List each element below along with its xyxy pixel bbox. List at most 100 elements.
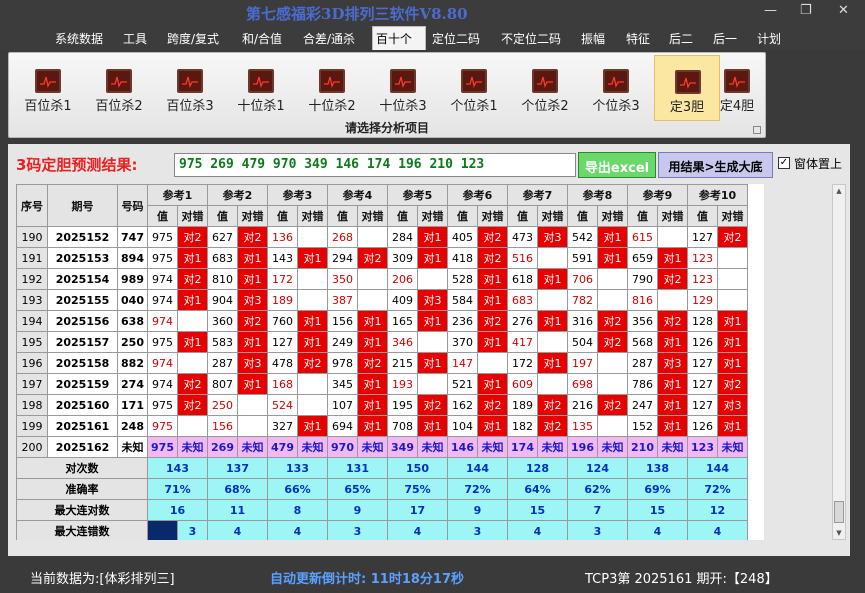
menu-item-3[interactable]: 跨度/复式 — [167, 30, 219, 47]
topmost-checkbox[interactable]: ✓ — [778, 157, 790, 169]
table-row[interactable]: 198 2025160 171 975 对2 250 524 107 对1 195 对2 162 对2 1… — [16, 394, 748, 416]
col-subheader-judge[interactable]: 对错 — [177, 205, 208, 227]
code-cell: 989 — [117, 268, 148, 290]
code-cell: 248 — [117, 415, 148, 437]
col-subheader-val[interactable]: 值 — [447, 205, 478, 227]
col-subheader-judge[interactable]: 对错 — [717, 205, 748, 227]
menu-item-9[interactable]: 振幅 — [581, 30, 605, 47]
vertical-scrollbar[interactable]: ▲ ▼ — [832, 184, 846, 540]
col-subheader-val[interactable]: 值 — [567, 205, 598, 227]
col-subheader-val[interactable]: 值 — [267, 205, 298, 227]
ref-value-cell: 123 — [687, 247, 718, 269]
ribbon-button-5[interactable]: 十位杀2 — [299, 55, 365, 121]
col-subheader-val[interactable]: 值 — [387, 205, 418, 227]
menu-item-2[interactable]: 工具 — [123, 30, 147, 47]
table-row[interactable]: 191 2025153 894 975 对1 683 对1 143 对1 294 对2 309 对1 41… — [16, 247, 748, 269]
col-header-ref-2[interactable]: 参考2 — [207, 184, 268, 206]
menu-item-12[interactable]: 后一 — [713, 30, 737, 47]
scroll-up-icon[interactable]: ▲ — [833, 185, 845, 197]
col-subheader-val[interactable]: 值 — [147, 205, 178, 227]
menu-item-6[interactable]: 百十个 — [376, 30, 412, 47]
col-header-ref-8[interactable]: 参考8 — [567, 184, 628, 206]
menu-item-7[interactable]: 定位二码 — [432, 30, 480, 47]
ref-value-cell: 706 — [567, 268, 598, 290]
stats-value: 64% — [507, 478, 568, 500]
ribbon-launcher-icon[interactable] — [753, 126, 761, 134]
pending-value-cell: 479 — [267, 436, 298, 458]
col-header-ref-9[interactable]: 参考9 — [627, 184, 688, 206]
table-row[interactable]: 196 2025158 882 974 287 对3 478 对2 978 对2 215 对1 147 1… — [16, 352, 748, 374]
col-subheader-judge[interactable]: 对错 — [297, 205, 328, 227]
period-cell: 2025153 — [47, 247, 118, 269]
col-header-rownum[interactable]: 序号 — [16, 184, 48, 227]
ribbon-button-4[interactable]: 十位杀1 — [228, 55, 294, 121]
ribbon-button-9[interactable]: 个位杀3 — [583, 55, 649, 121]
menu-item-8[interactable]: 不定位二码 — [501, 30, 561, 47]
col-subheader-val[interactable]: 值 — [507, 205, 538, 227]
col-subheader-judge[interactable]: 对错 — [537, 205, 568, 227]
minimize-button[interactable]: — — [764, 3, 777, 18]
menu-item-13[interactable]: 计划 — [757, 30, 781, 47]
col-header-ref-4[interactable]: 参考4 — [327, 184, 388, 206]
scroll-down-icon[interactable]: ▼ — [833, 527, 845, 539]
ribbon-button-8[interactable]: 个位杀2 — [512, 55, 578, 121]
col-header-code[interactable]: 号码 — [117, 184, 148, 227]
col-header-ref-5[interactable]: 参考5 — [387, 184, 448, 206]
ref-judge-cell — [297, 226, 328, 248]
col-header-ref-3[interactable]: 参考3 — [267, 184, 328, 206]
ribbon-button-3[interactable]: 百位杀3 — [157, 55, 223, 121]
table-row[interactable]: 190 2025152 747 975 对2 627 对2 136 268 284 对1 405 对2 4… — [16, 226, 748, 248]
prediction-result-field[interactable]: 975 269 479 970 349 146 174 196 210 123 — [174, 153, 576, 177]
col-header-ref-10[interactable]: 参考10 — [687, 184, 748, 206]
table-row[interactable]: 193 2025155 040 974 对1 904 对3 189 387 409 对3 584 对1 6… — [16, 289, 748, 311]
maximize-button[interactable]: ❐ — [800, 3, 812, 18]
ref-value-cell: 591 — [567, 247, 598, 269]
col-header-ref-6[interactable]: 参考6 — [447, 184, 508, 206]
col-subheader-val[interactable]: 值 — [207, 205, 238, 227]
ribbon-button-1[interactable]: 百位杀1 — [15, 55, 81, 121]
table-row[interactable]: 195 2025157 250 975 对1 583 对1 127 对1 249 对1 346 370 对… — [16, 331, 748, 353]
ref-value-cell: 528 — [447, 268, 478, 290]
table-row[interactable]: 194 2025156 638 974 360 对2 760 对1 156 对1 165 对1 236 对… — [16, 310, 748, 332]
menu-item-11[interactable]: 后二 — [669, 30, 693, 47]
col-subheader-judge[interactable]: 对错 — [417, 205, 448, 227]
ribbon-button-7[interactable]: 个位杀1 — [441, 55, 507, 121]
menu-item-5[interactable]: 合差/通杀 — [303, 30, 355, 47]
stats-row: 对次数 143 137 133 131 150 144 128 124 138 144 — [16, 457, 748, 479]
table-row[interactable]: 199 2025161 248 975 156 327 对1 694 对1 708 对1 104 对1 1… — [16, 415, 748, 437]
col-subheader-val[interactable]: 值 — [327, 205, 358, 227]
ref-value-cell: 974 — [147, 352, 178, 374]
col-header-period[interactable]: 期号 — [47, 184, 118, 227]
row-number: 191 — [16, 247, 48, 269]
col-subheader-judge[interactable]: 对错 — [657, 205, 688, 227]
menu-item-4[interactable]: 和/合值 — [242, 30, 282, 47]
col-subheader-judge[interactable]: 对错 — [357, 205, 388, 227]
chart-monitor-icon — [603, 69, 629, 93]
ribbon-button-6[interactable]: 十位杀3 — [370, 55, 436, 121]
ref-value-cell: 618 — [507, 268, 538, 290]
close-button[interactable]: ✕ — [838, 3, 849, 18]
scroll-thumb[interactable] — [834, 501, 844, 523]
ref-judge-cell: 对1 — [357, 331, 388, 353]
ribbon-button-11[interactable]: 定4胆 — [710, 55, 764, 121]
export-excel-button[interactable]: 导出excel — [578, 152, 656, 178]
ref-judge-cell: 对2 — [717, 373, 748, 395]
col-subheader-judge[interactable]: 对错 — [477, 205, 508, 227]
col-subheader-val[interactable]: 值 — [687, 205, 718, 227]
stats-value: 68% — [207, 478, 268, 500]
data-grid[interactable]: 序号 期号 号码 参考1 参考2 参考3 参考4 参考5 参考6 参考7 参考8 参考9 参考10… — [16, 184, 764, 540]
chart-monitor-icon — [675, 70, 701, 94]
menu-item-1[interactable]: 系统数据 — [55, 30, 103, 47]
generate-base-button[interactable]: 用结果>生成大底 — [658, 152, 773, 178]
col-subheader-judge[interactable]: 对错 — [237, 205, 268, 227]
col-header-ref-1[interactable]: 参考1 — [147, 184, 208, 206]
col-subheader-judge[interactable]: 对错 — [597, 205, 628, 227]
ribbon-button-2[interactable]: 百位杀2 — [86, 55, 152, 121]
col-header-ref-7[interactable]: 参考7 — [507, 184, 568, 206]
table-row[interactable]: 192 2025154 989 974 对2 810 对1 172 350 206 528 对1 618… — [16, 268, 748, 290]
ref-value-cell: 316 — [567, 310, 598, 332]
table-row[interactable]: 197 2025159 274 974 对2 807 对1 168 345 对1 193 521 对1 6… — [16, 373, 748, 395]
menu-item-10[interactable]: 特征 — [626, 30, 650, 47]
table-row-pending[interactable]: 200 2025162 未知 975 未知 269 未知 479 未知 970 未知 349 未知 146… — [16, 436, 748, 458]
col-subheader-val[interactable]: 值 — [627, 205, 658, 227]
